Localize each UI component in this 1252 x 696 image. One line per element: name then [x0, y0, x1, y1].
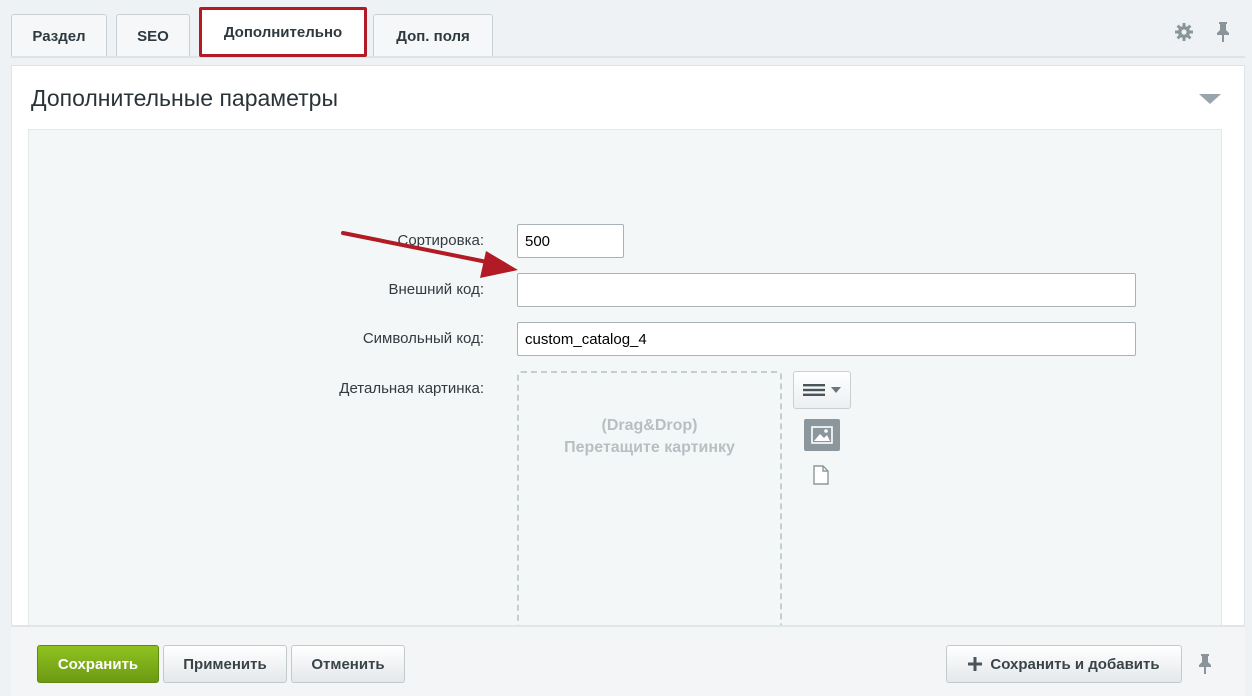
file-icon[interactable] — [813, 465, 831, 487]
external-code-input[interactable] — [517, 273, 1136, 307]
tab-label: Дополнительно — [223, 23, 343, 41]
tab-additional[interactable]: Дополнительно — [199, 7, 367, 57]
tab-divider — [11, 56, 1245, 58]
form-area: Сортировка: Внешний код: Символьный код:… — [28, 129, 1222, 668]
tab-extra-fields[interactable]: Доп. поля — [373, 14, 493, 58]
tab-label: Доп. поля — [396, 28, 470, 45]
tab-label: SEO — [137, 28, 169, 45]
tab-seo[interactable]: SEO — [116, 14, 190, 58]
cancel-button[interactable]: Отменить — [291, 645, 405, 683]
image-icon[interactable] — [804, 419, 840, 451]
apply-button[interactable]: Применить — [163, 645, 287, 683]
chevron-down-icon — [831, 387, 841, 393]
collapse-arrow-icon[interactable] — [1199, 94, 1221, 104]
image-menu-button[interactable] — [793, 371, 851, 409]
sort-input[interactable] — [517, 224, 624, 258]
detail-image-label: Детальная картинка: — [339, 380, 484, 397]
symbol-code-input[interactable] — [517, 322, 1136, 356]
plus-icon — [968, 657, 983, 671]
section-title: Дополнительные параметры — [31, 85, 338, 111]
menu-icon — [803, 384, 825, 396]
sort-label: Сортировка: — [397, 232, 485, 249]
gear-icon[interactable] — [1173, 21, 1195, 43]
tab-label: Раздел — [32, 28, 86, 45]
save-button[interactable]: Сохранить — [37, 645, 159, 683]
image-dropzone[interactable]: (Drag&Drop) Перетащите картинку — [517, 371, 782, 668]
dropzone-hint: Перетащите картинку — [564, 439, 735, 456]
external-code-label: Внешний код: — [388, 281, 484, 298]
tab-section[interactable]: Раздел — [11, 14, 107, 58]
save-and-add-button[interactable]: Сохранить и добавить — [946, 645, 1182, 683]
action-bar: Сохранить Применить Отменить Сохранить и… — [11, 625, 1245, 696]
dropzone-hint: (Drag&Drop) — [601, 417, 698, 434]
symbol-code-label: Символьный код: — [362, 330, 484, 347]
pin-icon[interactable] — [1212, 21, 1234, 43]
section-panel: Дополнительные параметры Сортировка: Вне… — [11, 65, 1245, 668]
pin-icon[interactable] — [1197, 653, 1217, 677]
save-and-add-label: Сохранить и добавить — [990, 655, 1160, 673]
